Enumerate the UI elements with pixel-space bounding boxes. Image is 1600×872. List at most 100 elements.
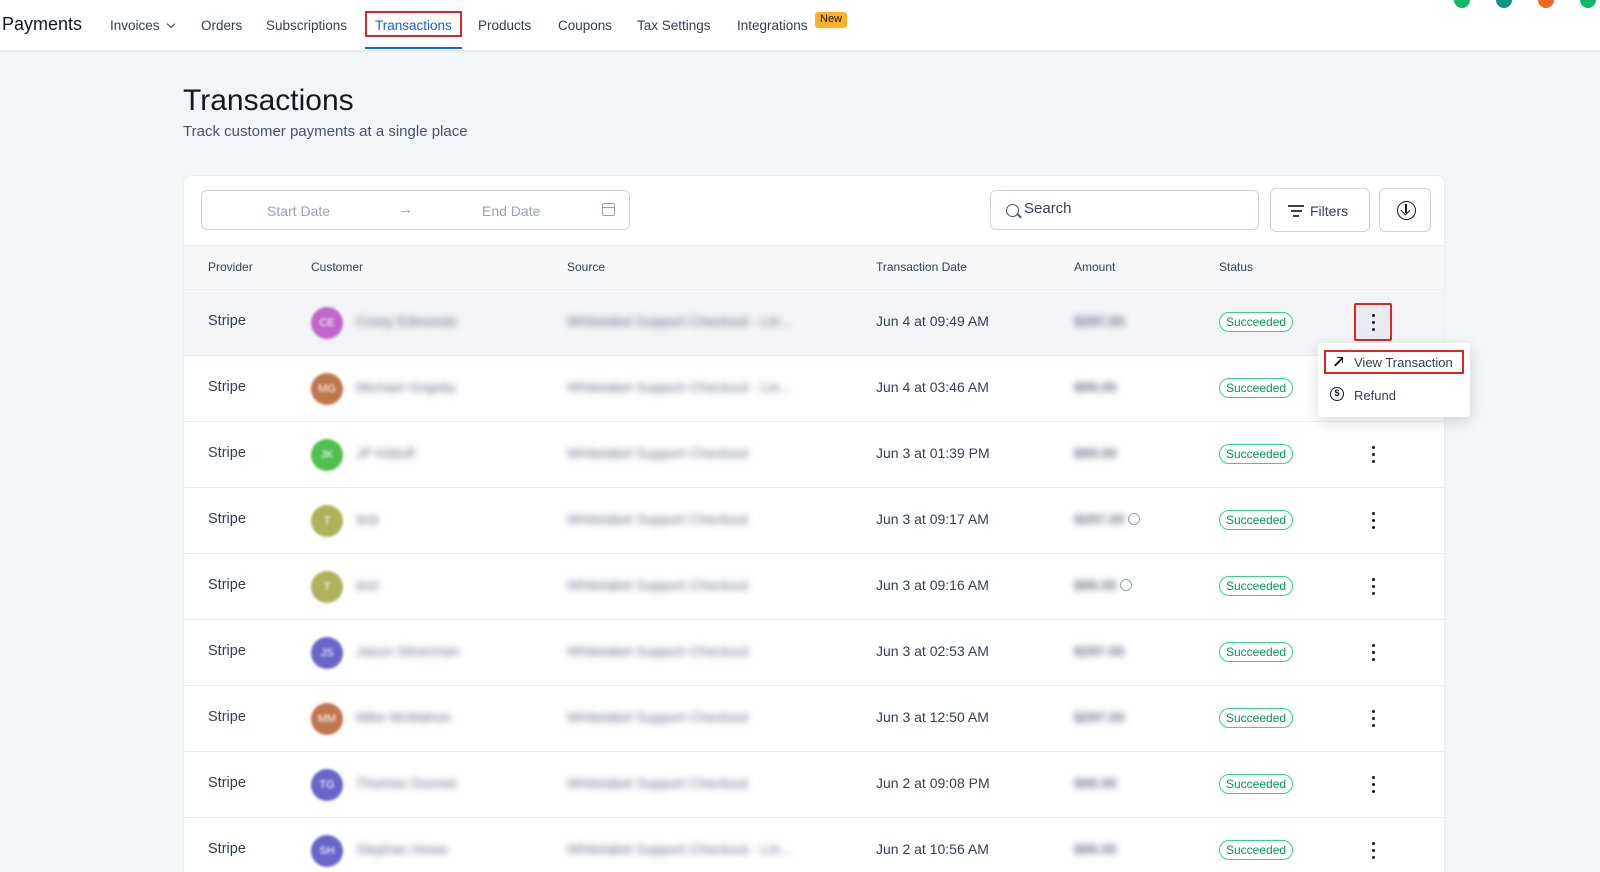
search-box[interactable]	[990, 190, 1259, 230]
status-dot	[1538, 0, 1554, 8]
source-cell: Whitelabel Support Checkout	[567, 643, 749, 659]
calendar-icon[interactable]	[602, 203, 615, 216]
table-row[interactable]: Stripe JK JP Kilduff Whitelabel Support Che…	[184, 421, 1444, 487]
info-icon[interactable]	[1127, 513, 1140, 525]
more-actions-icon[interactable]	[1364, 574, 1384, 598]
avatar: CE	[311, 307, 343, 339]
column-header-status: Status	[1219, 260, 1254, 274]
app-title: Payments	[2, 14, 83, 34]
filters-button[interactable]: Filters	[1270, 188, 1370, 232]
refund-menu-item[interactable]: $ Refund	[1324, 383, 1464, 407]
amount-cell: $99.00	[1074, 775, 1117, 791]
nav-invoices-label: Invoices	[110, 18, 160, 33]
source-cell: Whitelabel Support Checkout - Lin...	[567, 313, 792, 329]
table-row[interactable]: Stripe MM Mike McMahon Whitelabel Support C…	[184, 685, 1444, 751]
table-row[interactable]: Stripe Ttest Whitelabel Support Checkout Ju…	[184, 553, 1444, 619]
more-actions-icon[interactable]	[1364, 706, 1384, 730]
amount-value: $297.00	[1074, 643, 1125, 659]
table-row[interactable]: Stripe MG Michael Grigsby Whitelabel Suppor…	[184, 355, 1444, 421]
more-actions-icon[interactable]	[1364, 442, 1384, 466]
source-cell: Whitelabel Support Checkout - Lin...	[567, 841, 792, 857]
transaction-date-cell: Jun 3 at 09:17 AM	[876, 511, 989, 527]
customer-name[interactable]: Corey Edmonds	[356, 313, 456, 329]
arrow-right-icon: →	[398, 201, 413, 218]
source-cell: Whitelabel Support Checkout - Lin...	[567, 379, 792, 395]
amount-cell: $99.00	[1074, 445, 1117, 461]
status-badge: Succeeded	[1219, 444, 1294, 464]
source-cell: Whitelabel Support Checkout	[567, 511, 749, 527]
status-badge: Succeeded	[1219, 312, 1294, 332]
provider-cell: Stripe	[208, 577, 246, 593]
customer-name[interactable]: Thomas Gonnet	[356, 775, 456, 791]
more-actions-icon[interactable]	[1364, 508, 1384, 532]
download-circle-icon	[1397, 201, 1416, 220]
customer-name[interactable]: Jason Silverman	[356, 643, 460, 659]
provider-cell: Stripe	[208, 379, 246, 395]
end-date-placeholder[interactable]: End Date	[482, 203, 540, 219]
customer-name[interactable]: Mike McMahon	[356, 709, 451, 725]
more-actions-icon[interactable]	[1364, 640, 1384, 664]
nav-invoices[interactable]: Invoices	[110, 18, 175, 33]
provider-cell: Stripe	[208, 643, 246, 659]
view-transaction-menu-item[interactable]: View Transaction	[1324, 350, 1464, 374]
source-cell: Whitelabel Support Checkout	[567, 775, 749, 791]
page-subtitle: Track customer payments at a single plac…	[183, 123, 468, 140]
avatar: JK	[311, 439, 343, 471]
nav-orders[interactable]: Orders	[201, 18, 242, 33]
status-badge: Succeeded	[1219, 378, 1294, 398]
search-input[interactable]	[1024, 200, 1244, 217]
nav-tax-settings[interactable]: Tax Settings	[637, 18, 711, 33]
customer-name[interactable]: Stephan Howe	[356, 841, 448, 857]
customer-name[interactable]: Michael Grigsby	[356, 379, 456, 395]
avatar: SH	[311, 835, 343, 867]
nav-integrations[interactable]: Integrations	[737, 18, 808, 33]
refund-label: Refund	[1354, 388, 1396, 403]
table-row[interactable]: Stripe CE Corey Edmonds Whitelabel Support …	[184, 289, 1444, 355]
status-dot	[1454, 0, 1470, 8]
customer-name[interactable]: test	[356, 577, 379, 593]
nav-products[interactable]: Products	[478, 18, 531, 33]
more-actions-icon[interactable]	[1364, 838, 1384, 862]
avatar: TG	[311, 769, 343, 801]
avatar: T	[311, 505, 343, 537]
status-badge: Succeeded	[1219, 840, 1294, 860]
status-dot	[1496, 0, 1512, 8]
transaction-date-cell: Jun 3 at 02:53 AM	[876, 643, 989, 659]
column-header-amount: Amount	[1074, 260, 1116, 274]
provider-cell: Stripe	[208, 709, 246, 725]
transaction-date-cell: Jun 3 at 09:16 AM	[876, 577, 989, 593]
source-cell: Whitelabel Support Checkout	[567, 445, 749, 461]
amount-value: $297.00	[1074, 313, 1125, 329]
provider-cell: Stripe	[208, 841, 246, 857]
row-actions-menu: View Transaction $ Refund	[1318, 343, 1470, 417]
customer-name[interactable]: test	[356, 511, 379, 527]
amount-value: $99.00	[1074, 445, 1117, 461]
info-icon[interactable]	[1119, 579, 1132, 591]
source-cell: Whitelabel Support Checkout	[567, 577, 749, 593]
column-header-transaction-date: Transaction Date	[876, 260, 967, 274]
more-actions-icon[interactable]	[1364, 772, 1384, 796]
date-range-picker[interactable]: Start Date → End Date	[201, 190, 630, 230]
arrow-up-right-icon	[1333, 357, 1343, 367]
table-row[interactable]: Stripe TG Thomas Gonnet Whitelabel Support …	[184, 751, 1444, 817]
table-row[interactable]: Stripe JS Jason Silverman Whitelabel Suppor…	[184, 619, 1444, 685]
amount-value: $99.00	[1074, 379, 1117, 395]
nav-subscriptions[interactable]: Subscriptions	[266, 18, 347, 33]
table-row[interactable]: Stripe Ttest Whitelabel Support Checkout Ju…	[184, 487, 1444, 553]
amount-cell: $297.00	[1074, 643, 1125, 659]
toolbar: Start Date → End Date Filters	[184, 176, 1444, 245]
column-header-provider: Provider	[208, 260, 253, 274]
transaction-date-cell: Jun 4 at 03:46 AM	[876, 379, 989, 395]
more-actions-icon[interactable]	[1354, 303, 1392, 341]
new-badge: New	[815, 12, 848, 28]
download-button[interactable]	[1379, 188, 1431, 232]
customer-name[interactable]: JP Kilduff	[356, 445, 415, 461]
avatar: JS	[311, 637, 343, 669]
start-date-placeholder[interactable]: Start Date	[267, 203, 330, 219]
nav-coupons[interactable]: Coupons	[558, 18, 612, 33]
amount-cell: $99.00	[1074, 577, 1132, 593]
provider-cell: Stripe	[208, 775, 246, 791]
amount-cell: $99.00	[1074, 841, 1117, 857]
amount-value: $297.00	[1074, 709, 1125, 725]
table-row[interactable]: Stripe SH Stephan Howe Whitelabel Support C…	[184, 817, 1444, 872]
